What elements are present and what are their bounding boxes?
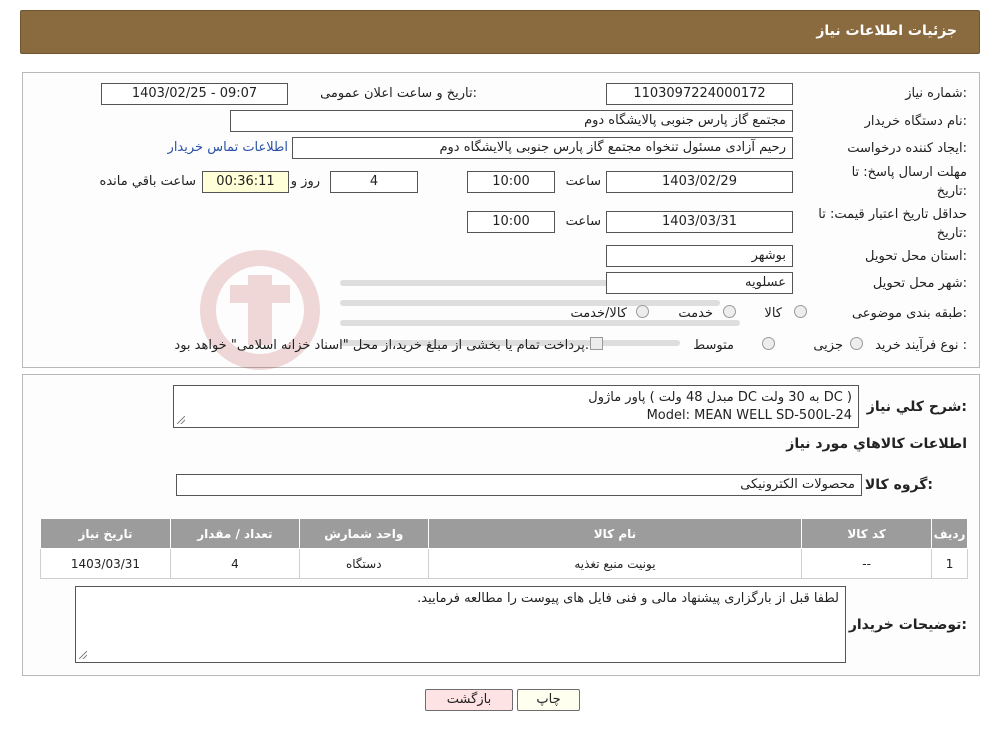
category-radio-service[interactable] <box>723 305 736 318</box>
days-label: روز و <box>290 174 320 189</box>
items-table: رديف کد کالا نام کالا واحد شمارش تعداد /… <box>40 518 968 579</box>
process-radio-minor[interactable] <box>850 337 863 350</box>
deadline-label-date: تاریخ: <box>936 184 967 199</box>
col-unit: واحد شمارش <box>298 518 429 549</box>
city-label: شهر محل تحویل: <box>872 276 967 291</box>
validity-time-label: ساعت <box>565 214 601 229</box>
category-option-goods-service: کالا/خدمت <box>570 306 627 321</box>
page-title: جزئیات اطلاعات نیاز <box>816 23 957 39</box>
col-code: کد کالا <box>801 518 933 549</box>
province-label: استان محل تحویل: <box>865 249 967 264</box>
cell-name: یونیت منبع تغذیه <box>427 548 803 579</box>
col-date: تاریخ نیاز <box>40 518 171 549</box>
buyer-notes-field: لطفا قبل از بارگزاری پیشنهاد مالی و فنی … <box>75 586 846 663</box>
need-number-label: شماره نیاز: <box>905 86 967 101</box>
process-radio-medium[interactable] <box>762 337 775 350</box>
creator-label: ایجاد کننده درخواست: <box>847 141 967 156</box>
print-button[interactable]: چاپ <box>517 689 580 711</box>
process-note: پرداخت تمام یا بخشی از مبلغ خرید،از محل … <box>174 338 589 353</box>
description-field: پاور ماژول ( مبدل 48 ولت DC به 30 ولت DC… <box>173 385 859 428</box>
process-label: نوع فرآیند خرید : <box>875 338 967 353</box>
resize-handle[interactable] <box>177 416 185 424</box>
col-qty: تعداد / مقدار <box>169 518 300 549</box>
buyer-org-label: نام دستگاه خریدار: <box>864 114 967 129</box>
category-radio-goods[interactable] <box>794 305 807 318</box>
deadline-label: مهلت ارسال پاسخ: تا <box>851 165 967 180</box>
description-label: شرح کلي نياز: <box>866 399 967 415</box>
page-header: جزئیات اطلاعات نیاز <box>20 10 980 54</box>
cell-code: -- <box>801 548 933 579</box>
buyer-notes-label: توضیحات خریدار: <box>848 617 967 633</box>
buyer-notes-text: لطفا قبل از بارگزاری پیشنهاد مالی و فنی … <box>417 591 839 606</box>
cell-qty: 4 <box>169 548 300 579</box>
validity-label: حداقل تاریخ اعتبار قیمت: تا <box>818 207 967 222</box>
col-row: رديف <box>931 518 968 549</box>
deadline-time-field: 10:00 <box>467 171 555 193</box>
announce-field: 1403/02/25 - 09:07 <box>101 83 288 105</box>
category-radio-goods-service[interactable] <box>636 305 649 318</box>
days-field: 4 <box>330 171 418 193</box>
goods-group-field: محصولات الکترونیکی <box>176 474 862 496</box>
province-field: بوشهر <box>606 245 793 267</box>
deadline-date-field: 1403/02/29 <box>606 171 793 193</box>
remaining-label: ساعت باقي مانده <box>99 174 196 189</box>
back-button[interactable]: بازگشت <box>425 689 513 711</box>
validity-label-date: تاریخ: <box>936 226 967 241</box>
goods-group-label: گروه کالا: <box>864 477 933 493</box>
col-name: نام کالا <box>427 518 803 549</box>
category-option-service: خدمت <box>678 306 713 321</box>
resize-handle[interactable] <box>79 651 87 659</box>
cell-row: 1 <box>931 548 968 579</box>
buyer-org-field: مجتمع گاز پارس جنوبی پالایشگاه دوم <box>230 110 793 132</box>
table-row: 1 -- یونیت منبع تغذیه دستگاه 4 1403/03/3… <box>40 548 968 579</box>
description-line-2: Model: MEAN WELL SD-500L-24 <box>646 408 852 423</box>
announce-label: تاریخ و ساعت اعلان عمومی: <box>320 86 477 101</box>
goods-section-title: اطلاعات کالاهاي مورد نياز <box>786 436 967 452</box>
creator-field: رحیم آزادی مسئول تنخواه مجتمع گاز پارس ج… <box>292 137 793 159</box>
cell-unit: دستگاه <box>298 548 429 579</box>
cell-date: 1403/03/31 <box>40 548 171 579</box>
process-option-minor: جزیی <box>813 338 843 353</box>
category-option-goods: کالا <box>764 306 782 321</box>
buyer-contact-link[interactable]: اطلاعات تماس خریدار <box>168 140 288 155</box>
category-label: طبقه بندی موضوعی: <box>851 306 967 321</box>
remaining-time-field: 00:36:11 <box>202 171 289 193</box>
deadline-time-label: ساعت <box>565 174 601 189</box>
validity-time-field: 10:00 <box>467 211 555 233</box>
need-number-field: 1103097224000172 <box>606 83 793 105</box>
description-line-1: پاور ماژول ( مبدل 48 ولت DC به 30 ولت DC… <box>588 390 852 405</box>
validity-date-field: 1403/03/31 <box>606 211 793 233</box>
city-field: عسلویه <box>606 272 793 294</box>
process-option-medium: متوسط <box>693 338 734 353</box>
treasury-checkbox[interactable] <box>590 337 603 350</box>
